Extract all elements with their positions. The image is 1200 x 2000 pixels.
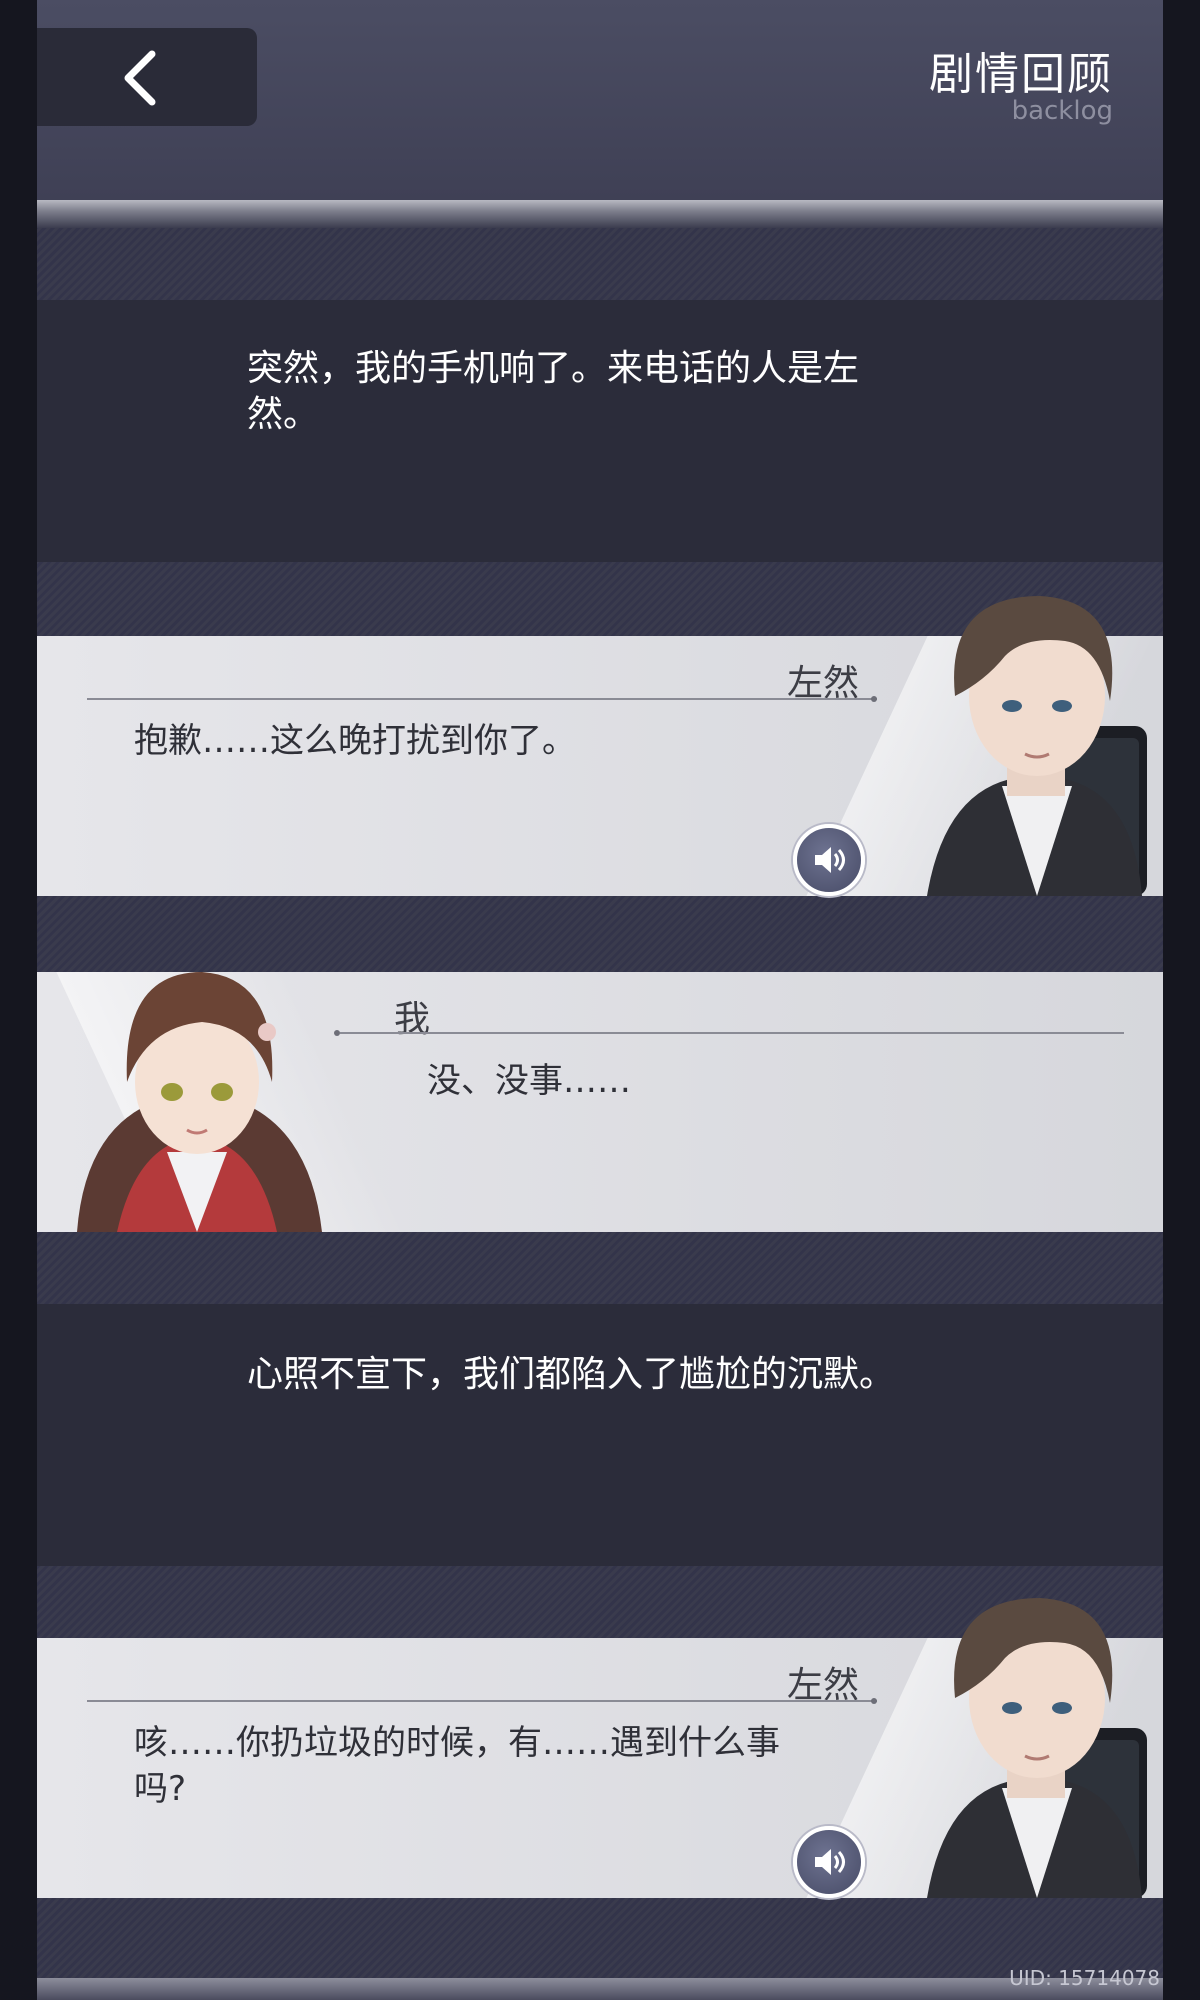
dialogue-card: 左然 抱歉……这么晚打扰到你了。 bbox=[37, 596, 1163, 896]
back-button[interactable] bbox=[37, 28, 257, 126]
speaker-divider bbox=[87, 1700, 877, 1702]
zuoran-portrait bbox=[927, 1598, 1147, 1898]
speaker-divider bbox=[340, 1032, 1124, 1034]
dialogue-text: 咳……你扔垃圾的时候，有……遇到什么事吗? bbox=[134, 1723, 780, 1809]
narration-text: 心照不宣下，我们都陷入了尴尬的沉默。 bbox=[247, 1354, 896, 1395]
narration-block: 突然，我的手机响了。来电话的人是左然。 bbox=[37, 300, 1163, 562]
divider-dot bbox=[871, 696, 877, 702]
page-subtitle: backlog bbox=[1011, 96, 1113, 126]
page-title: 剧情回顾 bbox=[929, 49, 1113, 100]
speaker-divider bbox=[87, 698, 877, 700]
speaker-name: 我 bbox=[394, 999, 431, 1040]
divider-dot bbox=[871, 1698, 877, 1704]
narration-text: 突然，我的手机响了。来电话的人是左然。 bbox=[247, 348, 860, 435]
speaker-icon bbox=[815, 1849, 845, 1875]
dialogue-card: 我 没、没事…… bbox=[37, 972, 1163, 1232]
dialogue-text: 抱歉……这么晚打扰到你了。 bbox=[134, 721, 576, 761]
uid-label: UID: 15714078 bbox=[1009, 1966, 1160, 1990]
speaker-icon bbox=[815, 847, 845, 873]
zuoran-portrait bbox=[927, 596, 1147, 896]
voice-replay-button[interactable] bbox=[793, 824, 865, 896]
header-divider bbox=[37, 200, 1163, 228]
dialogue-card: 左然 咳……你扔垃圾的时候，有……遇到什么事吗? bbox=[37, 1598, 1163, 1898]
player-portrait bbox=[77, 972, 322, 1232]
chevron-left-icon bbox=[124, 50, 156, 106]
right-border bbox=[1163, 0, 1200, 2000]
narration-block: 心照不宣下，我们都陷入了尴尬的沉默。 bbox=[37, 1304, 1163, 1566]
dialogue-text: 没、没事…… bbox=[427, 1061, 631, 1101]
voice-replay-button[interactable] bbox=[793, 1826, 865, 1898]
next-card-peek bbox=[37, 1978, 1163, 2000]
left-border bbox=[0, 0, 37, 2000]
